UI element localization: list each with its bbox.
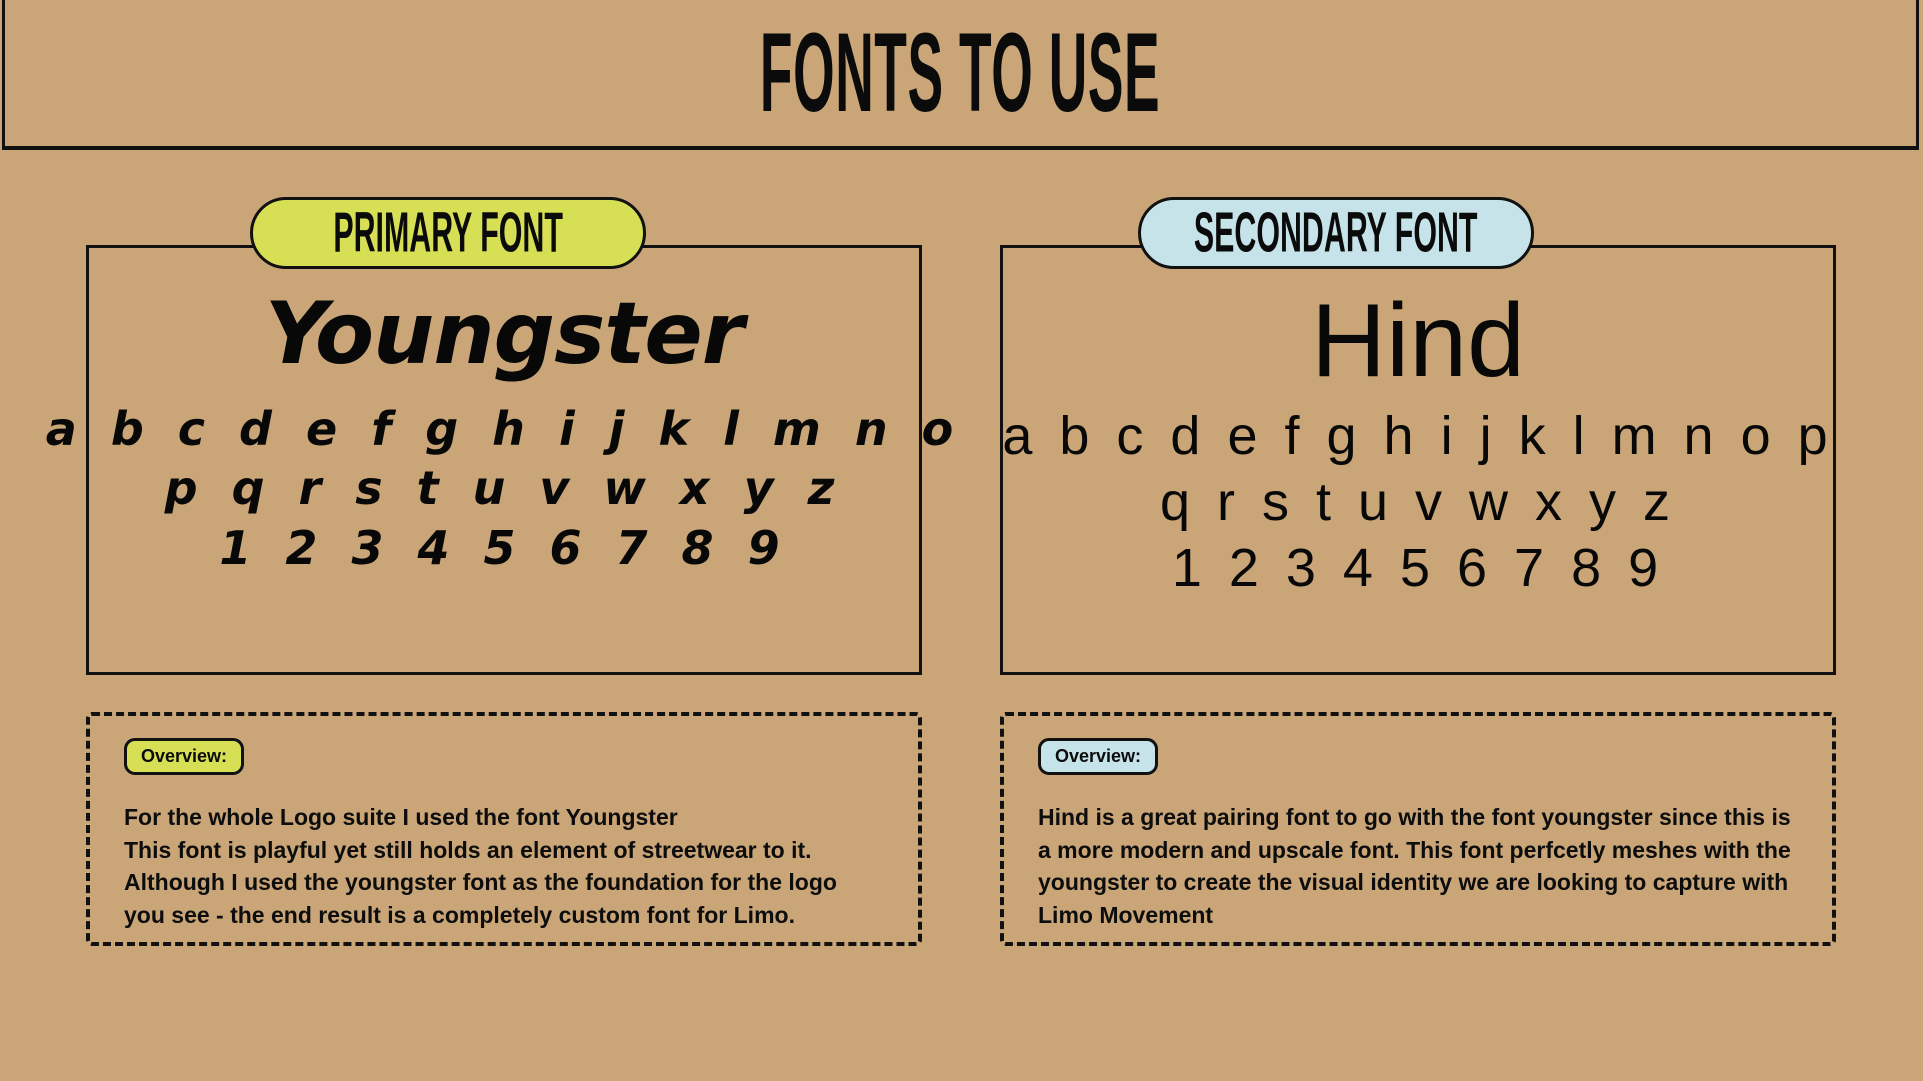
page-title: FONTS TO USE: [760, 10, 1161, 136]
primary-font-column: PRIMARY FONT Youngster a b c d e f g h i…: [46, 150, 953, 1081]
secondary-font-column: SECONDARY FONT Hind a b c d e f g h i j …: [1000, 150, 1836, 1081]
secondary-overview-text: Hind is a great pairing font to go with …: [1038, 804, 1791, 928]
primary-numerals-row: 1 2 3 4 5 6 7 8 9: [219, 521, 789, 576]
primary-font-name: Youngster: [264, 284, 744, 384]
secondary-overview-badge: Overview:: [1038, 738, 1159, 775]
secondary-specimen-content: Hind a b c d e f g h i j k l m n o p q r…: [1000, 245, 1836, 675]
primary-overview-text: For the whole Logo suite I used the font…: [124, 804, 837, 928]
secondary-font-name: Hind: [1311, 283, 1525, 399]
primary-font-pill: PRIMARY FONT: [250, 197, 646, 269]
primary-font-pill-label: PRIMARY FONT: [333, 201, 563, 264]
secondary-alphabet-row-1: a b c d e f g h i j k l m n o p: [1002, 406, 1834, 467]
primary-overview-panel: Overview: For the whole Logo suite I use…: [86, 712, 922, 946]
secondary-overview-panel: Overview: Hind is a great pairing font t…: [1000, 712, 1836, 946]
primary-specimen-card: Youngster a b c d e f g h i j k l m n o …: [46, 245, 953, 675]
secondary-alphabet-row-2: q r s t u v w x y z: [1159, 472, 1677, 533]
secondary-numerals-row: 1 2 3 4 5 6 7 8 9: [1171, 537, 1665, 598]
font-columns: PRIMARY FONT Youngster a b c d e f g h i…: [0, 150, 1923, 1081]
primary-specimen-content: Youngster a b c d e f g h i j k l m n o …: [46, 245, 953, 675]
secondary-specimen-card: Hind a b c d e f g h i j k l m n o p q r…: [1000, 245, 1836, 675]
primary-overview-badge: Overview:: [124, 738, 245, 775]
secondary-font-pill: SECONDARY FONT: [1138, 197, 1534, 269]
header-band: FONTS TO USE: [2, 0, 1919, 150]
secondary-font-pill-label: SECONDARY FONT: [1194, 201, 1478, 264]
primary-alphabet-row-1: a b c d e f g h i j k l m n o: [45, 401, 963, 456]
primary-alphabet-row-2: p q r s t u v w x y z: [164, 461, 844, 516]
